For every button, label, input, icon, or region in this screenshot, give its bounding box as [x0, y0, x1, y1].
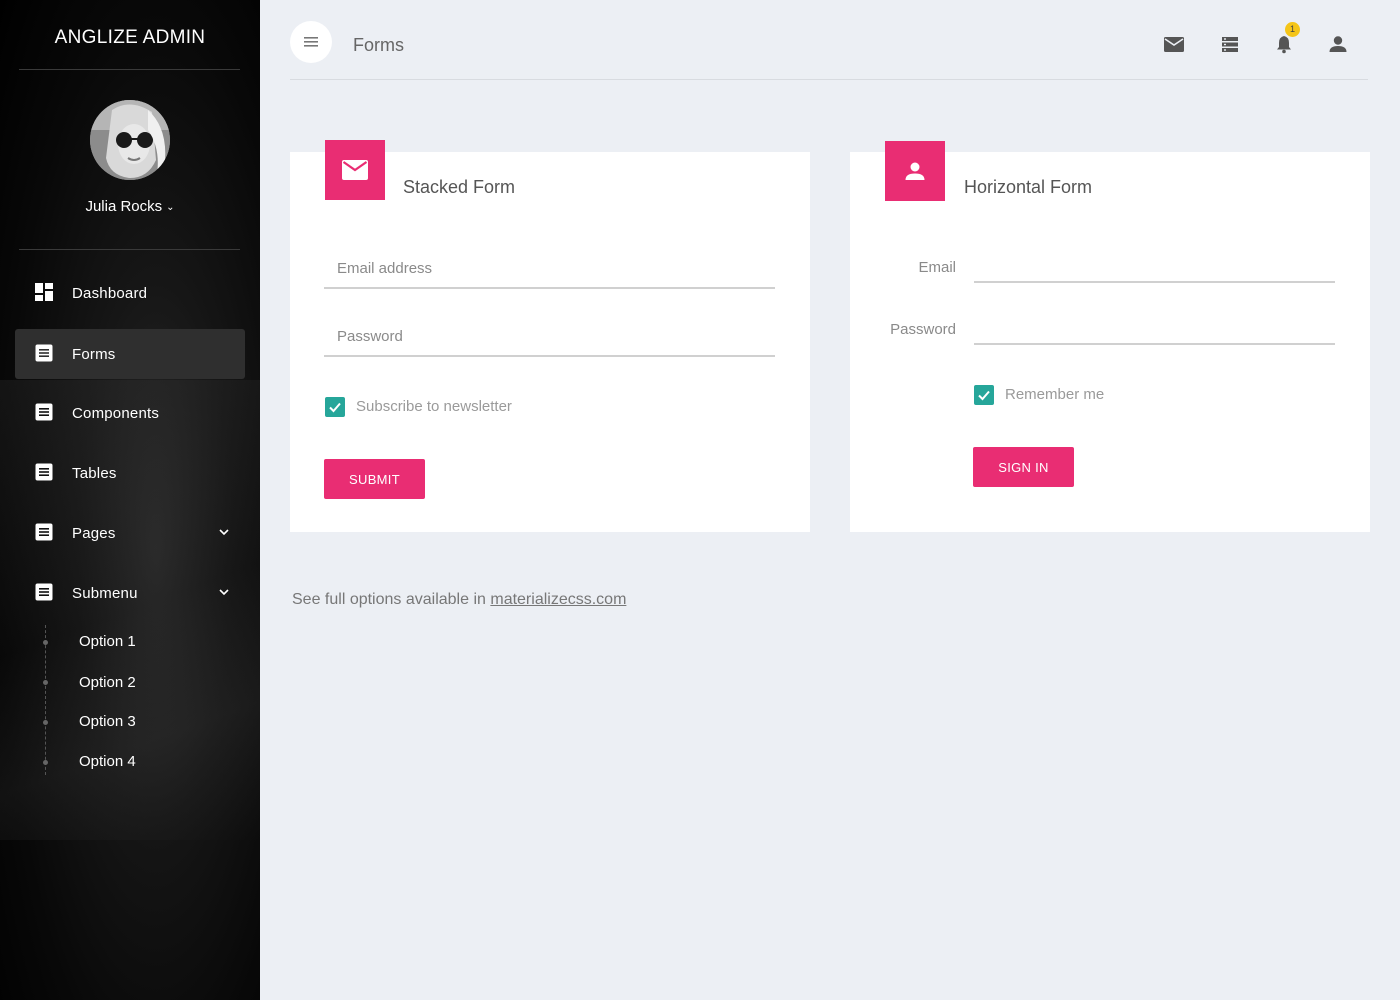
- list-icon: [35, 403, 53, 421]
- checkbox-label[interactable]: Remember me: [1005, 386, 1104, 403]
- dashboard-icon: [35, 283, 53, 301]
- password-input[interactable]: [337, 324, 767, 348]
- sidebar-item-pages[interactable]: Pages: [15, 508, 245, 558]
- card-icon-badge: [885, 141, 945, 201]
- sidebar-item-label: Pages: [72, 524, 116, 542]
- list-icon: [35, 463, 53, 481]
- divider: [19, 249, 240, 250]
- sidebar-item-label: Submenu: [72, 584, 138, 602]
- submenu-connector: [45, 625, 46, 775]
- submenu-dot: [43, 640, 48, 645]
- person-icon: [905, 162, 925, 180]
- avatar-image: [90, 100, 170, 180]
- chevron-down-icon: [219, 529, 229, 536]
- chevron-down-icon: [219, 589, 229, 596]
- password-label: Password: [890, 321, 956, 338]
- user-menu[interactable]: Julia Rocks ⌄: [0, 198, 260, 215]
- newsletter-checkbox[interactable]: [325, 397, 345, 417]
- header-divider: [290, 79, 1368, 80]
- brand-logo[interactable]: ANGLIZE ADMIN: [0, 27, 260, 49]
- input-underline: [324, 355, 775, 357]
- sidebar-item-forms[interactable]: Forms: [15, 329, 245, 379]
- submenu-dot: [43, 720, 48, 725]
- sidebar-item-label: Components: [72, 404, 160, 422]
- check-icon: [978, 390, 990, 401]
- avatar[interactable]: [90, 100, 170, 180]
- mail-icon[interactable]: [1163, 33, 1185, 55]
- email-input[interactable]: [976, 255, 1334, 279]
- horizontal-form-card: Horizontal Form Email Password Remember …: [850, 141, 1370, 532]
- sidebar-item-components[interactable]: Components: [15, 388, 245, 438]
- check-icon: [329, 402, 341, 413]
- list-icon: [35, 344, 53, 362]
- materializecss-link[interactable]: materializecss.com: [490, 591, 626, 608]
- input-underline: [974, 281, 1335, 283]
- sidebar-item-label: Forms: [72, 345, 116, 363]
- card-title: Stacked Form: [403, 177, 516, 197]
- submenu-dot: [43, 760, 48, 765]
- mail-icon: [342, 160, 368, 180]
- sidebar-item-tables[interactable]: Tables: [15, 448, 245, 498]
- submenu-item-option-2[interactable]: Option 2: [79, 674, 136, 691]
- sidebar-item-dashboard[interactable]: Dashboard: [15, 268, 245, 318]
- page-title: Forms: [353, 35, 404, 55]
- email-input[interactable]: [337, 256, 767, 280]
- divider: [19, 69, 240, 70]
- notification-badge: 1: [1285, 22, 1300, 37]
- user-name: Julia Rocks: [85, 198, 163, 215]
- footnote-text: See full options available in: [292, 591, 491, 608]
- email-label: Email: [918, 259, 956, 276]
- submenu-item-option-3[interactable]: Option 3: [79, 713, 136, 730]
- submenu-item-option-4[interactable]: Option 4: [79, 753, 136, 770]
- remember-me-checkbox[interactable]: [974, 385, 994, 405]
- password-input[interactable]: [976, 317, 1334, 341]
- sign-in-button[interactable]: SIGN IN: [973, 447, 1074, 487]
- menu-toggle-button[interactable]: [290, 21, 332, 63]
- input-underline: [974, 343, 1335, 345]
- submenu-item-option-1[interactable]: Option 1: [79, 633, 136, 650]
- sidebar: ANGLIZE ADMIN Julia Rocks ⌄ Dashboard Fo…: [0, 0, 260, 1000]
- sidebar-item-label: Tables: [72, 464, 117, 482]
- list-icon: [35, 583, 53, 601]
- card-title: Horizontal Form: [964, 177, 1093, 197]
- sidebar-item-submenu[interactable]: Submenu: [15, 568, 245, 618]
- sidebar-item-label: Dashboard: [72, 284, 148, 302]
- storage-icon[interactable]: [1219, 33, 1241, 55]
- submit-button[interactable]: SUBMIT: [324, 459, 425, 499]
- submenu-dot: [43, 680, 48, 685]
- list-icon: [35, 523, 53, 541]
- input-underline: [324, 287, 775, 289]
- card-icon-badge: [325, 140, 385, 200]
- footnote: See full options available in materializ…: [292, 591, 626, 609]
- hamburger-icon: [304, 37, 318, 47]
- stacked-form-card: Stacked Form Subscribe to newsletter SUB…: [290, 140, 810, 532]
- chevron-down-icon: ⌄: [166, 202, 175, 213]
- person-icon[interactable]: [1327, 33, 1349, 55]
- checkbox-label[interactable]: Subscribe to newsletter: [356, 398, 512, 415]
